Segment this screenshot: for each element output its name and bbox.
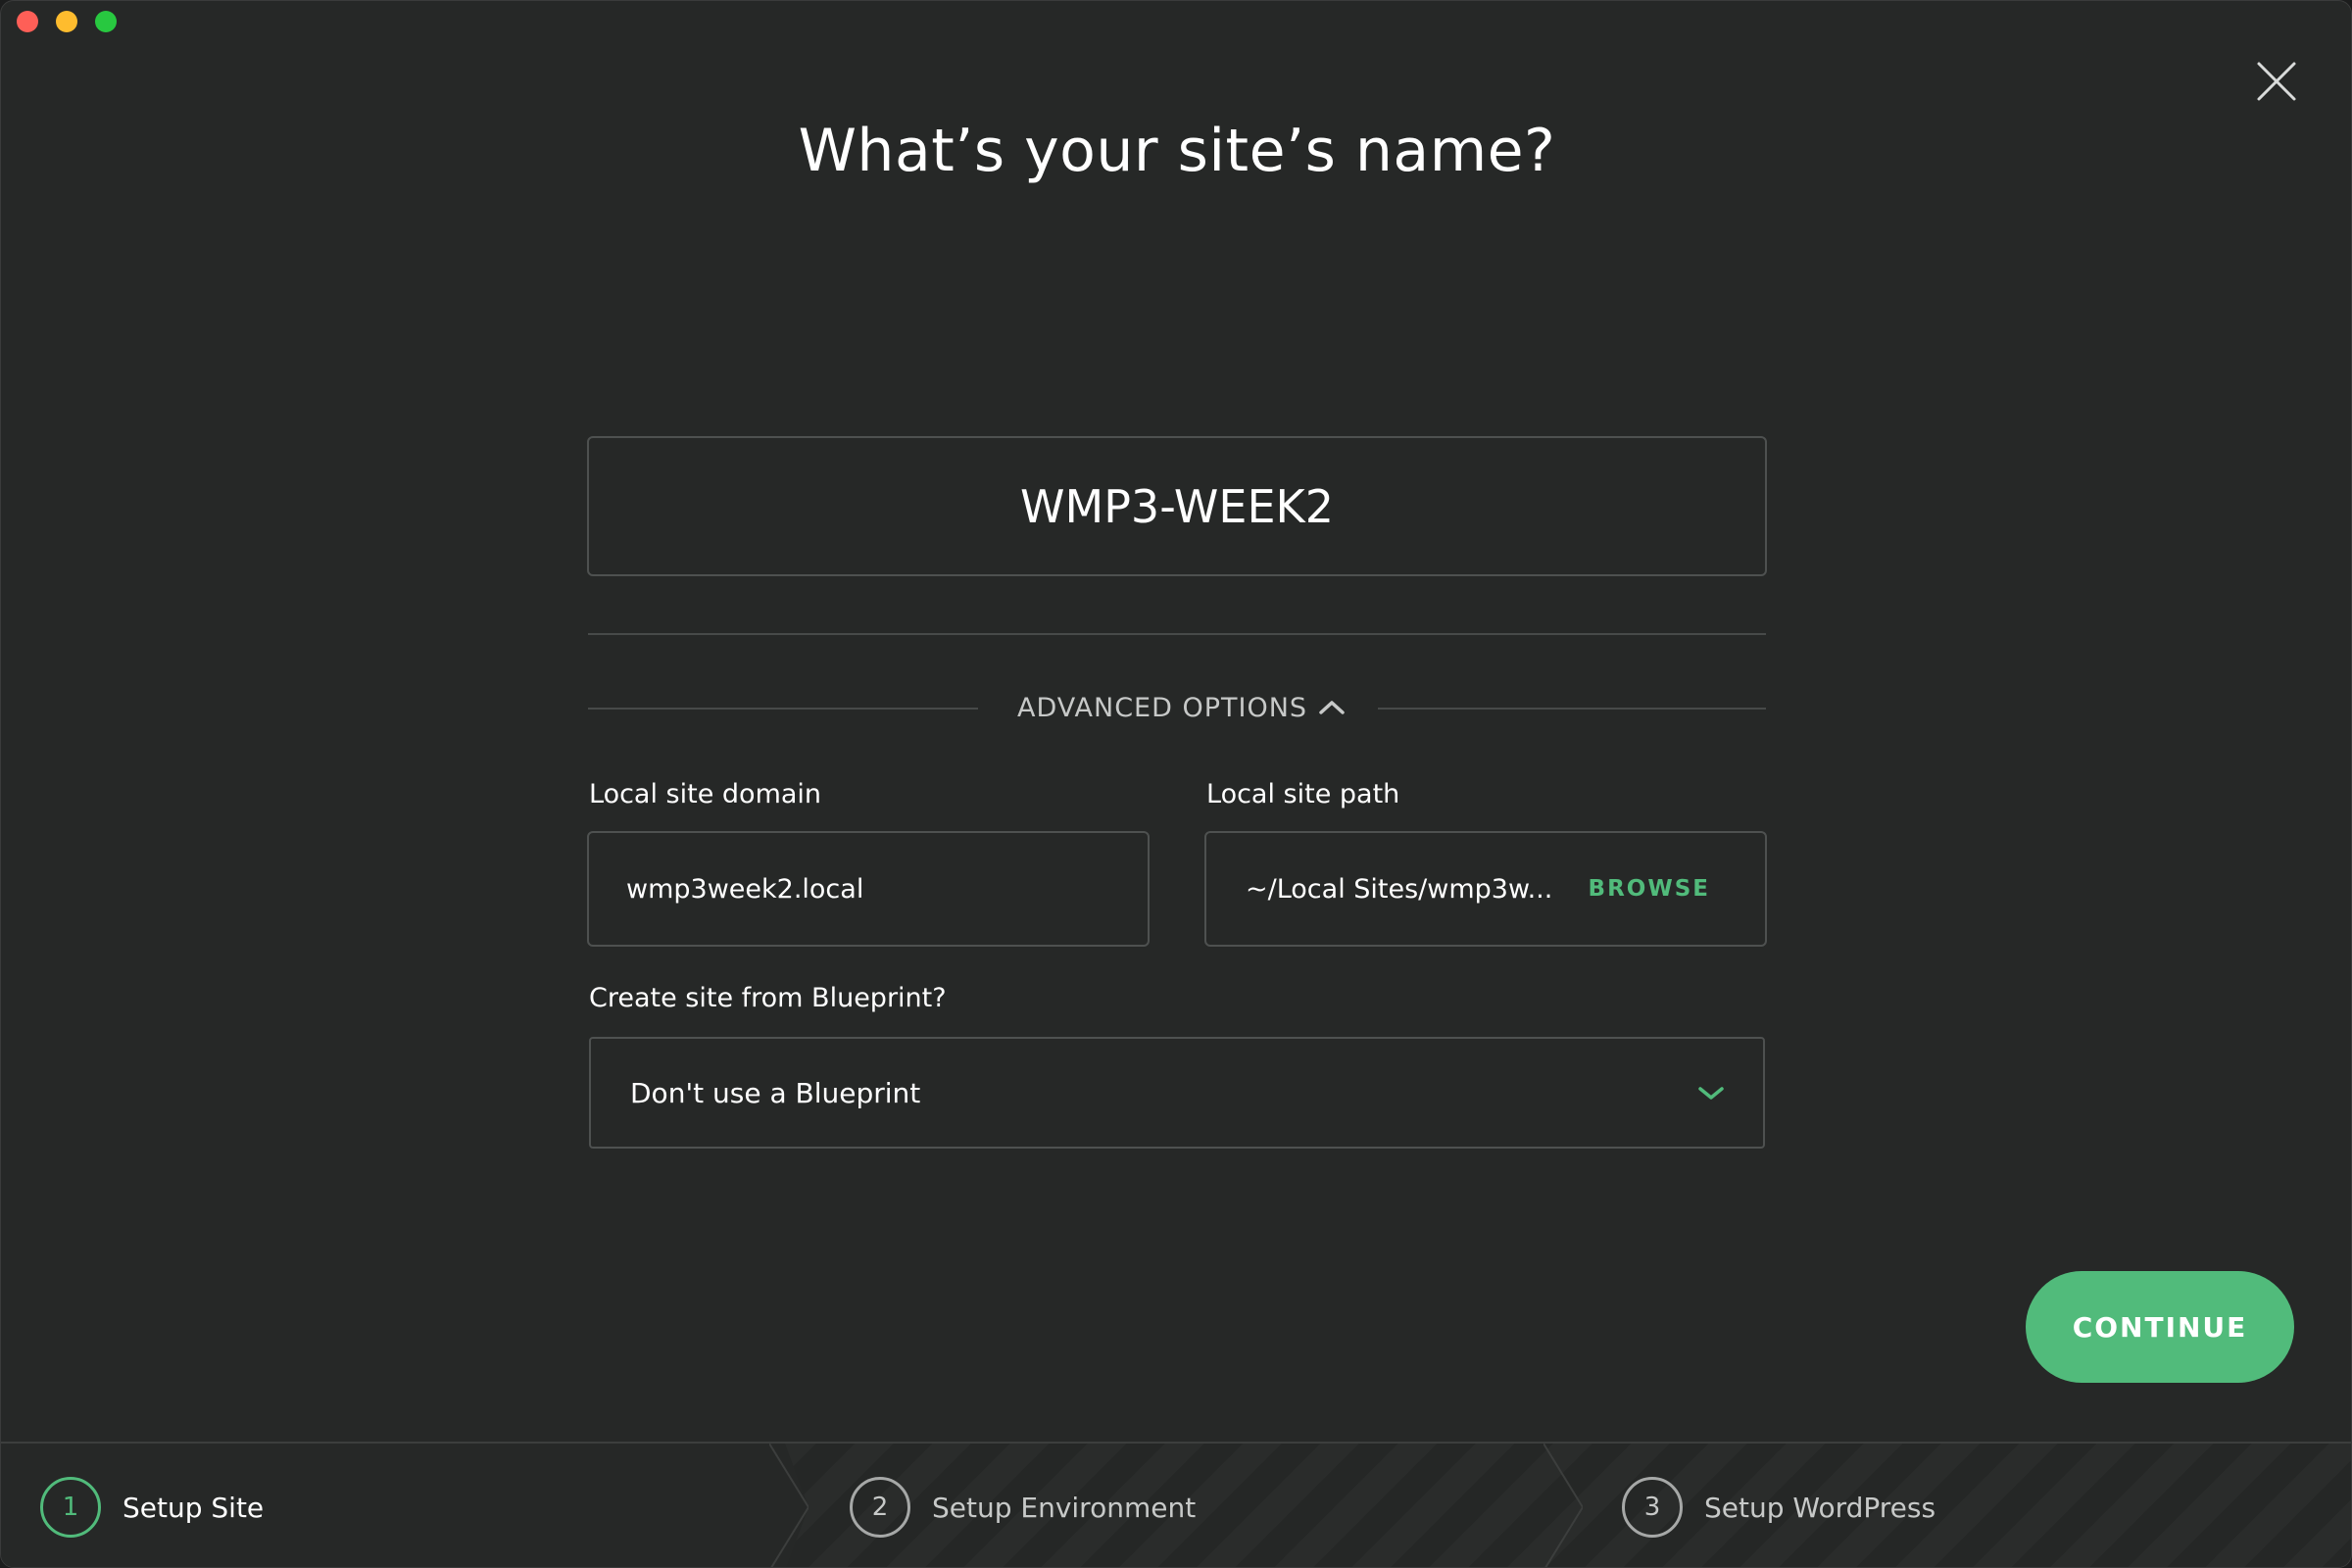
step-number-badge: 3 xyxy=(1622,1477,1683,1538)
browse-button[interactable]: BROWSE xyxy=(1589,876,1765,902)
window-controls xyxy=(17,11,117,32)
window-maximize-button[interactable] xyxy=(95,11,117,32)
step-separator-chevron xyxy=(769,1444,808,1567)
step-number-badge: 2 xyxy=(850,1477,910,1538)
domain-label: Local site domain xyxy=(589,779,822,809)
step-label: Setup Environment xyxy=(932,1491,1197,1524)
path-field[interactable]: ~/Local Sites/wmp3w... BROWSE xyxy=(1204,831,1767,947)
window-minimize-button[interactable] xyxy=(56,11,77,32)
blueprint-select[interactable]: Don't use a Blueprint xyxy=(589,1037,1765,1149)
advanced-options-toggle[interactable]: ADVANCED OPTIONS xyxy=(1017,687,1348,728)
step-progress-bar: 1 Setup Site 2 Setup Environment 3 Setup… xyxy=(1,1442,2351,1567)
blueprint-label: Create site from Blueprint? xyxy=(589,983,947,1013)
step-label: Setup WordPress xyxy=(1704,1491,1936,1524)
domain-input[interactable] xyxy=(589,833,1148,945)
continue-button[interactable]: CONTINUE xyxy=(2026,1271,2294,1383)
chevron-up-icon xyxy=(1317,698,1347,717)
divider-right xyxy=(1378,708,1766,710)
divider xyxy=(588,633,1766,635)
step-separator-chevron xyxy=(1544,1444,1583,1567)
step-label: Setup Site xyxy=(122,1491,265,1524)
close-icon[interactable] xyxy=(2255,60,2298,103)
blueprint-selected-value: Don't use a Blueprint xyxy=(630,1076,921,1109)
step-setup-site[interactable]: 1 Setup Site xyxy=(40,1444,265,1567)
step-setup-wordpress[interactable]: 3 Setup WordPress xyxy=(1622,1444,1936,1567)
divider-left xyxy=(588,708,978,710)
page-title: What’s your site’s name? xyxy=(798,117,1556,185)
chevron-down-icon xyxy=(1696,1083,1726,1102)
domain-field[interactable] xyxy=(587,831,1150,947)
app-window: What’s your site’s name? ADVANCED OPTION… xyxy=(0,0,2352,1568)
step-number-badge: 1 xyxy=(40,1477,101,1538)
path-label: Local site path xyxy=(1206,779,1400,809)
advanced-options-row: ADVANCED OPTIONS xyxy=(588,687,1766,728)
window-close-button[interactable] xyxy=(17,11,38,32)
advanced-options-label: ADVANCED OPTIONS xyxy=(1017,692,1308,723)
step-setup-environment[interactable]: 2 Setup Environment xyxy=(850,1444,1197,1567)
path-value: ~/Local Sites/wmp3w... xyxy=(1246,873,1553,905)
site-name-input[interactable] xyxy=(587,436,1767,576)
